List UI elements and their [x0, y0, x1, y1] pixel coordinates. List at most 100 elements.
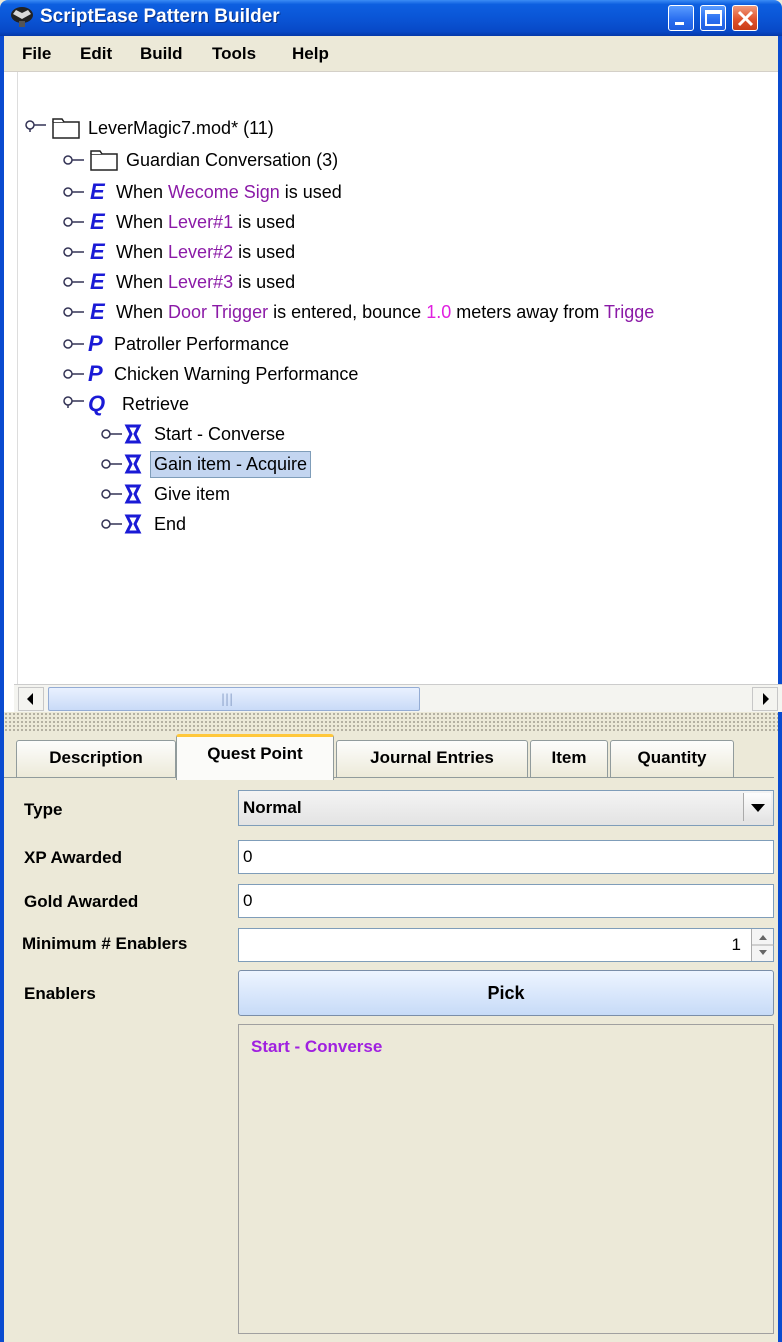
collapsed-handle-icon[interactable] — [62, 186, 84, 198]
arrow-left-icon — [27, 693, 33, 705]
enablers-list[interactable]: Start - Converse — [238, 1024, 774, 1334]
title-bar: ScriptEase Pattern Builder — [0, 0, 782, 36]
event-icon: E — [90, 239, 105, 264]
chevron-down-icon — [751, 804, 765, 812]
tree-item-ref: Lever#1 — [168, 212, 234, 232]
tab-quantity[interactable]: Quantity — [610, 740, 734, 778]
collapsed-handle-icon[interactable] — [62, 306, 84, 318]
min-enablers-label: Minimum # Enablers — [22, 934, 188, 953]
tree-item-ref: Lever#2 — [168, 242, 234, 262]
tree-item-ref: Lever#3 — [168, 272, 234, 292]
tree-root-label: LeverMagic7.mod* (11) — [88, 118, 274, 138]
collapsed-handle-icon[interactable] — [100, 518, 122, 530]
performance-icon: P — [88, 331, 103, 356]
maximize-icon — [705, 10, 722, 26]
tree-item-text: is entered, bounce — [268, 302, 427, 322]
tree-item-text: When — [116, 272, 169, 292]
collapsed-handle-icon[interactable] — [62, 368, 84, 380]
maximize-button[interactable] — [700, 5, 726, 31]
tree-item-text: When — [116, 182, 169, 202]
app-icon — [11, 7, 33, 27]
min-enablers-value: 1 — [731, 935, 741, 954]
quest-point-icon — [124, 424, 142, 444]
enabler-item[interactable]: Start - Converse — [251, 1037, 382, 1057]
collapsed-handle-icon[interactable] — [62, 276, 84, 288]
folder-icon — [52, 118, 80, 139]
tab-quest-point[interactable]: Quest Point — [176, 734, 334, 780]
min-enablers-spinner[interactable]: 1 — [238, 928, 774, 962]
scroll-grip-icon: ||| — [221, 692, 234, 706]
event-icon: E — [90, 299, 105, 324]
collapsed-handle-icon[interactable] — [100, 458, 122, 470]
tab-journal-entries[interactable]: Journal Entries — [336, 740, 528, 778]
scroll-thumb[interactable]: ||| — [48, 687, 420, 711]
tree-item-text: meters away from — [451, 302, 604, 322]
scroll-right-button[interactable] — [752, 687, 778, 711]
event-icon: E — [90, 269, 105, 294]
event-icon: E — [90, 179, 105, 204]
quest-point-icon — [124, 454, 142, 474]
collapsed-handle-icon[interactable] — [100, 488, 122, 500]
menu-tools[interactable]: Tools — [212, 44, 256, 64]
menu-edit[interactable]: Edit — [80, 44, 112, 64]
arrow-right-icon — [763, 693, 769, 705]
tree-item-text: When — [116, 302, 169, 322]
tree-item-text: is used — [233, 242, 296, 262]
event-icon: E — [90, 209, 105, 234]
tree-item-label: Guardian Conversation (3) — [126, 150, 339, 170]
tree-item-text: is used — [233, 212, 296, 232]
tree-item-label: Patroller Performance — [114, 334, 290, 354]
performance-icon: P — [88, 361, 103, 386]
tree-item-ref: Wecome Sign — [168, 182, 280, 202]
xp-awarded-input[interactable]: 0 — [238, 840, 774, 874]
tree-item-label: Gain item - Acquire — [150, 451, 312, 478]
dropdown-button[interactable] — [743, 793, 771, 821]
collapsed-handle-icon[interactable] — [100, 428, 122, 440]
tree-item-text: is used — [279, 182, 342, 202]
menu-help[interactable]: Help — [292, 44, 329, 64]
tree-item-label: End — [154, 514, 187, 534]
collapsed-handle-icon[interactable] — [62, 216, 84, 228]
tree-item-text: When — [116, 242, 169, 262]
spinner-buttons[interactable] — [751, 929, 774, 961]
collapsed-handle-icon[interactable] — [62, 246, 84, 258]
tree-item-number: 1.0 — [426, 302, 452, 322]
pick-button[interactable]: Pick — [238, 970, 774, 1016]
tab-description[interactable]: Description — [16, 740, 176, 778]
gold-awarded-label: Gold Awarded — [24, 892, 139, 911]
folder-icon — [90, 150, 118, 171]
tree-item-label: Give item — [154, 484, 231, 504]
window-title: ScriptEase Pattern Builder — [40, 6, 280, 27]
tree-item-text: is used — [233, 272, 296, 292]
tree-item-label: Retrieve — [122, 394, 190, 414]
tab-item[interactable]: Item — [530, 740, 608, 778]
enablers-label: Enablers — [24, 984, 96, 1003]
tab-strip: Description Quest Point Journal Entries … — [4, 732, 778, 780]
minimize-icon — [675, 22, 684, 25]
collapsed-handle-icon[interactable] — [62, 338, 84, 350]
menu-bar: File Edit Build Tools Help — [4, 36, 778, 72]
quest-point-icon — [124, 514, 142, 534]
expanded-handle-icon[interactable] — [62, 396, 84, 408]
minimize-button[interactable] — [668, 5, 694, 31]
type-label: Type — [24, 800, 63, 819]
close-icon — [737, 10, 754, 27]
tree-item-text: When — [116, 212, 169, 232]
gold-awarded-input[interactable]: 0 — [238, 884, 774, 918]
quest-point-icon — [124, 484, 142, 504]
type-value: Normal — [243, 798, 302, 817]
tree-item-ref: Door Trigger — [168, 302, 269, 322]
type-dropdown[interactable]: Normal — [238, 790, 774, 826]
menu-build[interactable]: Build — [140, 44, 183, 64]
split-pane-divider[interactable] — [4, 712, 778, 732]
quest-icon: Q — [88, 391, 106, 416]
horizontal-scrollbar[interactable]: ||| — [14, 684, 782, 712]
spinner-arrows-icon — [752, 935, 774, 955]
tree-item-ref: Trigge — [603, 302, 655, 322]
scroll-left-button[interactable] — [18, 687, 44, 711]
collapsed-handle-icon[interactable] — [62, 154, 84, 166]
expanded-handle-icon[interactable] — [24, 120, 46, 132]
menu-file[interactable]: File — [22, 44, 51, 64]
tree-gutter — [4, 72, 18, 712]
close-button[interactable] — [732, 5, 758, 31]
